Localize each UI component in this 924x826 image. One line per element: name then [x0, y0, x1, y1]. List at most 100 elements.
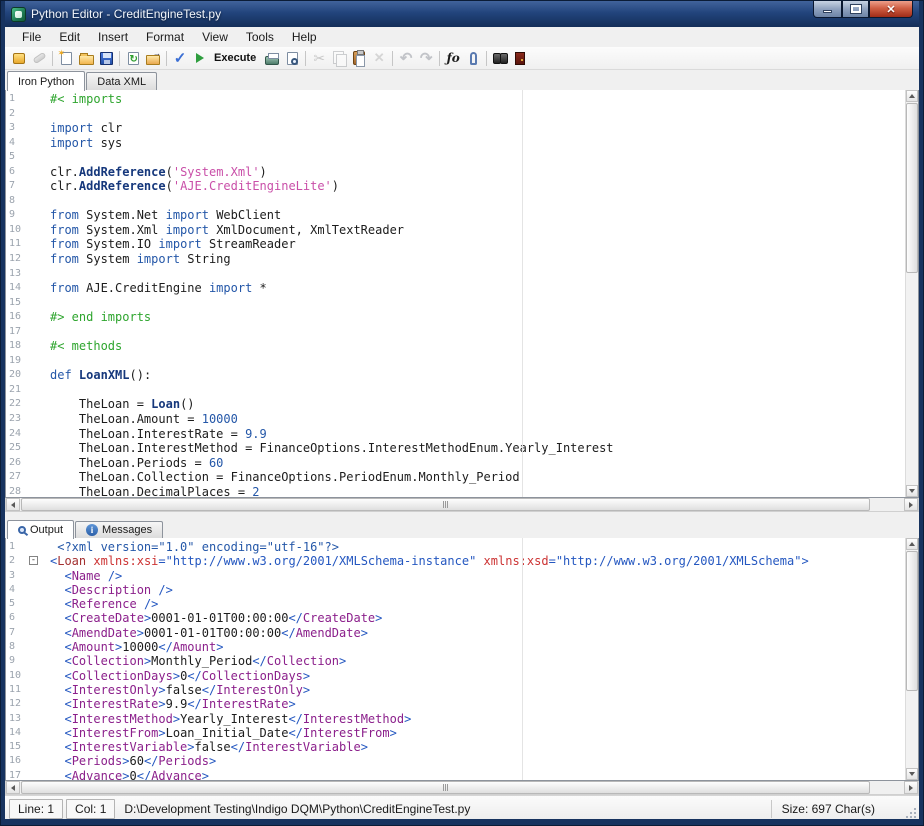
scroll-thumb[interactable]	[906, 551, 918, 691]
code-line[interactable]: 9 <Collection>Monthly_Period</Collection…	[6, 654, 918, 668]
code-line[interactable]: 17	[6, 325, 918, 340]
output-editor-vscrollbar[interactable]	[905, 538, 918, 780]
scroll-thumb[interactable]	[21, 498, 870, 511]
code-editor[interactable]: 1#< imports23import clr4import sys56clr.…	[5, 89, 919, 498]
code-line[interactable]: 21	[6, 383, 918, 398]
menu-item-tools[interactable]: Tools	[237, 28, 283, 46]
menu-item-help[interactable]: Help	[283, 28, 326, 46]
code-line[interactable]: 28 TheLoan.DecimalPlaces = 2	[6, 485, 918, 498]
undo-button[interactable]: ↶	[396, 48, 416, 68]
scroll-down-button[interactable]	[906, 485, 918, 497]
code-line[interactable]: 1#< imports	[6, 92, 918, 107]
tab-output[interactable]: Output	[7, 520, 74, 539]
exit-button[interactable]	[510, 48, 530, 68]
code-line[interactable]: 20def LoanXML():	[6, 368, 918, 383]
redo-button[interactable]: ↷	[416, 48, 436, 68]
new-file-button[interactable]: ✶	[56, 48, 76, 68]
code-line[interactable]: 6 <CreateDate>0001-01-01T00:00:00</Creat…	[6, 611, 918, 625]
app-icon[interactable]	[11, 7, 26, 22]
paste-button[interactable]	[349, 48, 369, 68]
code-line[interactable]: 3 <Name />	[6, 569, 918, 583]
code-line[interactable]: 10from System.Xml import XmlDocument, Xm…	[6, 223, 918, 238]
title-bar[interactable]: Python Editor - CreditEngineTest.py ✕	[5, 1, 919, 27]
code-line[interactable]: 2	[6, 107, 918, 122]
output-editor[interactable]: 1 <?xml version="1.0" encoding="utf-16"?…	[5, 537, 919, 781]
code-line[interactable]: 11from System.IO import StreamReader	[6, 237, 918, 252]
code-line[interactable]: 8 <Amount>10000</Amount>	[6, 640, 918, 654]
menu-item-file[interactable]: File	[13, 28, 50, 46]
code-line[interactable]: 14 <InterestFrom>Loan_Initial_Date</Inte…	[6, 726, 918, 740]
scroll-right-button[interactable]	[904, 498, 918, 511]
validate-button[interactable]: ✓	[170, 48, 190, 68]
menu-item-view[interactable]: View	[193, 28, 237, 46]
code-line[interactable]: 13 <InterestMethod>Yearly_Interest</Inte…	[6, 712, 918, 726]
code-line[interactable]: 8	[6, 194, 918, 209]
code-line[interactable]: 12 <InterestRate>9.9</InterestRate>	[6, 697, 918, 711]
scroll-thumb[interactable]	[906, 103, 918, 273]
code-line[interactable]: 5 <Reference />	[6, 597, 918, 611]
code-line[interactable]: 13	[6, 267, 918, 282]
print-preview-button[interactable]	[282, 48, 302, 68]
code-line[interactable]: 5	[6, 150, 918, 165]
code-line[interactable]: 16#> end imports	[6, 310, 918, 325]
print-button[interactable]	[262, 48, 282, 68]
refresh-document-button[interactable]: ↻	[123, 48, 143, 68]
code-line[interactable]: 14from AJE.CreditEngine import *	[6, 281, 918, 296]
code-line[interactable]: 17 <Advance>0</Advance>	[6, 769, 918, 781]
fold-toggle[interactable]: -	[29, 556, 38, 565]
code-line[interactable]: 6clr.AddReference('System.Xml')	[6, 165, 918, 180]
resize-grip[interactable]	[904, 806, 916, 818]
code-line[interactable]: 24 TheLoan.InterestRate = 9.9	[6, 427, 918, 442]
save-button[interactable]	[96, 48, 116, 68]
code-line[interactable]: 16 <Periods>60</Periods>	[6, 754, 918, 768]
open-file-button[interactable]	[76, 48, 96, 68]
scroll-left-button[interactable]	[6, 781, 20, 794]
code-line[interactable]: 22 TheLoan = Loan()	[6, 397, 918, 412]
code-line[interactable]: 15	[6, 296, 918, 311]
tab-iron-python[interactable]: Iron Python	[7, 71, 85, 91]
document-properties-button[interactable]	[143, 48, 163, 68]
code-line[interactable]: 25 TheLoan.InterestMethod = FinanceOptio…	[6, 441, 918, 456]
code-line[interactable]: 27 TheLoan.Collection = FinanceOptions.P…	[6, 470, 918, 485]
code-line[interactable]: 4import sys	[6, 136, 918, 151]
code-line[interactable]: 23 TheLoan.Amount = 10000	[6, 412, 918, 427]
code-editor-vscrollbar[interactable]	[905, 90, 918, 497]
code-editor-hscrollbar[interactable]	[5, 498, 919, 512]
output-editor-hscrollbar[interactable]	[5, 781, 919, 795]
code-line[interactable]: 10 <CollectionDays>0</CollectionDays>	[6, 669, 918, 683]
menu-item-format[interactable]: Format	[137, 28, 193, 46]
scroll-down-button[interactable]	[906, 768, 918, 780]
code-line[interactable]: 12from System import String	[6, 252, 918, 267]
scroll-track[interactable]	[20, 781, 904, 794]
code-line[interactable]: 7 <AmendDate>0001-01-01T00:00:00</AmendD…	[6, 626, 918, 640]
code-line[interactable]: 15 <InterestVariable>false</InterestVari…	[6, 740, 918, 754]
menu-item-edit[interactable]: Edit	[50, 28, 89, 46]
code-line[interactable]: 4 <Description />	[6, 583, 918, 597]
maximize-button[interactable]	[842, 1, 869, 18]
execute-label[interactable]: Execute	[214, 52, 256, 64]
code-line[interactable]: 7clr.AddReference('AJE.CreditEngineLite'…	[6, 179, 918, 194]
disconnect-button[interactable]	[29, 48, 49, 68]
code-line[interactable]: 1 <?xml version="1.0" encoding="utf-16"?…	[6, 540, 918, 554]
function-button[interactable]: ƒo	[443, 48, 463, 68]
scroll-track[interactable]	[20, 498, 904, 511]
attach-button[interactable]	[463, 48, 483, 68]
close-button[interactable]: ✕	[869, 1, 913, 18]
code-line[interactable]: 19	[6, 354, 918, 369]
code-line[interactable]: 11 <InterestOnly>false</InterestOnly>	[6, 683, 918, 697]
minimize-button[interactable]	[813, 1, 842, 18]
code-line[interactable]: 2<Loan xmlns:xsi="http://www.w3.org/2001…	[6, 554, 918, 568]
find-button[interactable]	[490, 48, 510, 68]
scroll-thumb[interactable]	[21, 781, 870, 794]
cut-button[interactable]: ✂	[309, 48, 329, 68]
copy-button[interactable]	[329, 48, 349, 68]
tab-messages[interactable]: i Messages	[75, 521, 163, 538]
scroll-right-button[interactable]	[904, 781, 918, 794]
open-script-button[interactable]	[9, 48, 29, 68]
code-line[interactable]: 26 TheLoan.Periods = 60	[6, 456, 918, 471]
code-line[interactable]: 3import clr	[6, 121, 918, 136]
code-line[interactable]: 18#< methods	[6, 339, 918, 354]
scroll-up-button[interactable]	[906, 90, 918, 102]
execute-button[interactable]	[190, 48, 210, 68]
menu-item-insert[interactable]: Insert	[89, 28, 137, 46]
